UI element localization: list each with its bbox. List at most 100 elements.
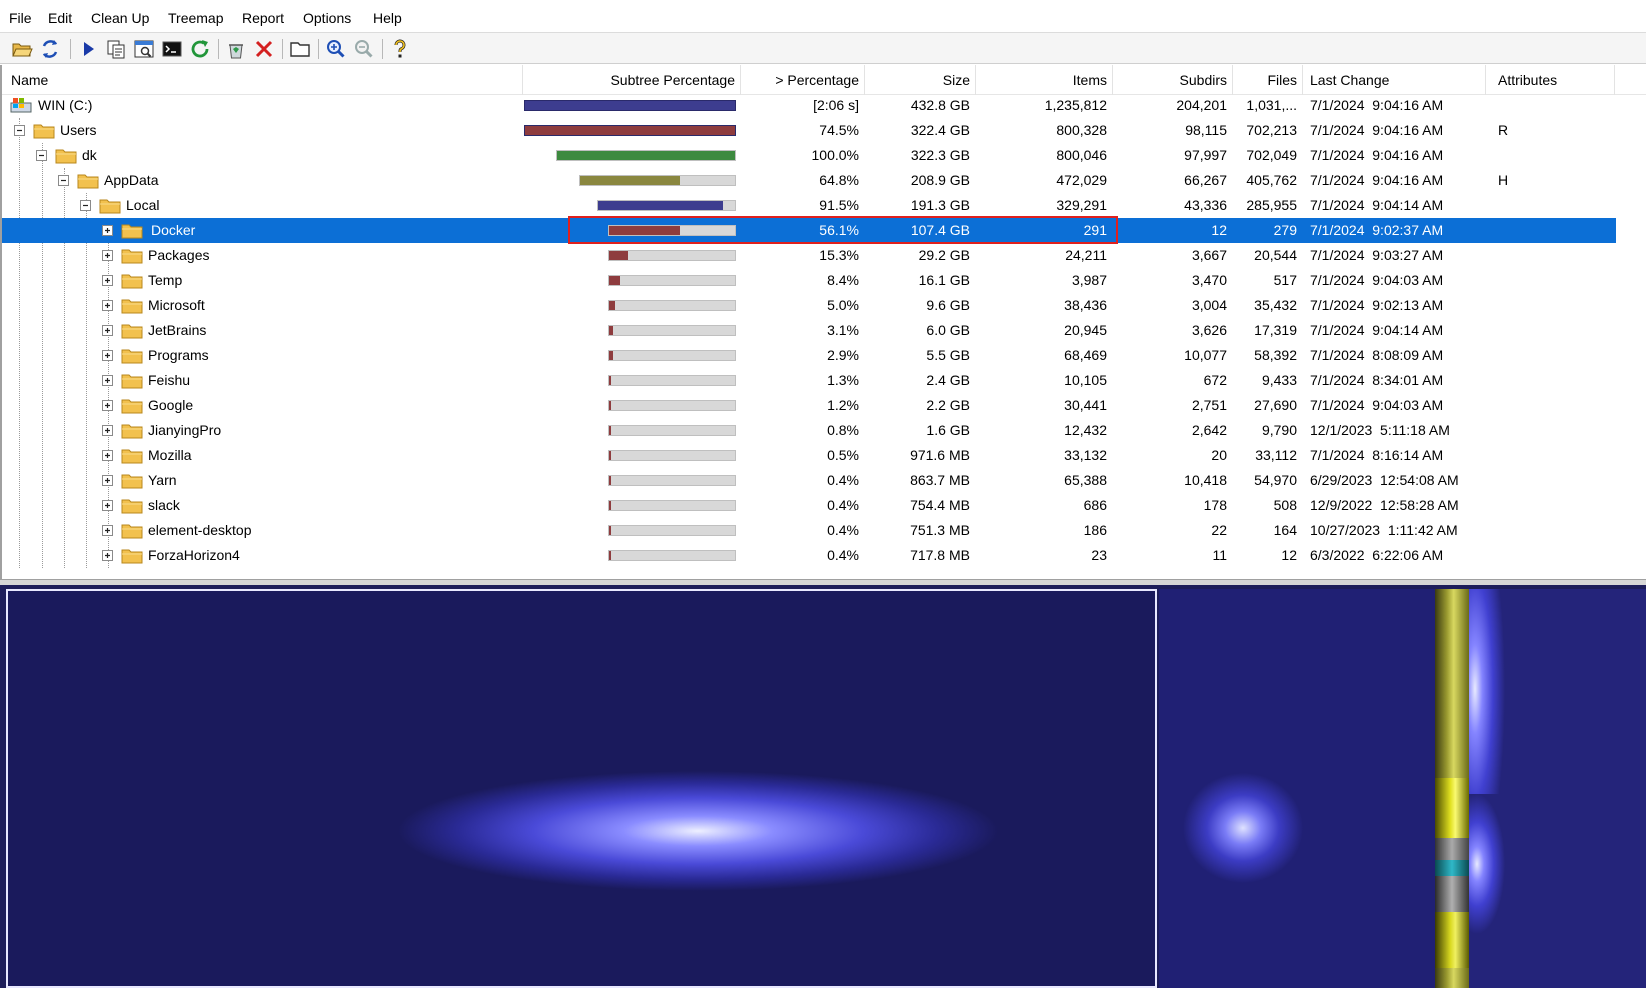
treemap-tile-gray-block-2[interactable]: [1435, 876, 1469, 912]
menu-options[interactable]: Options: [303, 10, 351, 26]
tree-row[interactable]: Microsoft 5.0% 9.6 GB 38,436 3,004 35,432 7/1/…: [2, 293, 1616, 318]
tree-row[interactable]: element-desktop 0.4% 751.3 MB 186 22 164 10/27…: [2, 518, 1616, 543]
expand-icon[interactable]: [102, 425, 113, 436]
tree-row[interactable]: dk 100.0% 322.3 GB 800,046 97,997 702,049 7/1/…: [2, 143, 1616, 168]
treemap-tile-cyan-block[interactable]: [1435, 860, 1469, 876]
header-name[interactable]: Name: [11, 65, 48, 95]
expand-icon[interactable]: [102, 550, 113, 561]
treemap-tile-blue-upper[interactable]: [1469, 589, 1646, 794]
folder-icon: [121, 521, 143, 539]
files-cell: 33,112: [1255, 447, 1297, 463]
size-cell: 29.2 GB: [918, 247, 970, 263]
tree-row[interactable]: Packages 15.3% 29.2 GB 24,211 3,667 20,544 7/1…: [2, 243, 1616, 268]
collapse-icon[interactable]: [80, 200, 91, 211]
subtree-percentage-bar: [608, 475, 736, 486]
explorer-icon[interactable]: [132, 37, 156, 61]
treemap-view[interactable]: [0, 585, 1646, 988]
collapse-icon[interactable]: [36, 150, 47, 161]
row-name: Packages: [148, 247, 210, 263]
expand-icon[interactable]: [102, 275, 113, 286]
refresh-icon[interactable]: [38, 37, 62, 61]
tree-row[interactable]: AppData 64.8% 208.9 GB 472,029 66,267 405,762…: [2, 168, 1616, 193]
menu-edit[interactable]: Edit: [48, 10, 72, 26]
delete-icon[interactable]: [252, 37, 276, 61]
menu-file[interactable]: File: [9, 10, 32, 26]
collapse-icon[interactable]: [14, 125, 25, 136]
header-percentage[interactable]: > Percentage: [742, 65, 859, 95]
expand-icon[interactable]: [102, 250, 113, 261]
header-subtree-percentage[interactable]: Subtree Percentage: [524, 65, 735, 95]
expand-icon[interactable]: [102, 350, 113, 361]
row-name: Local: [126, 197, 160, 213]
subdirs-cell: 20: [1211, 447, 1227, 463]
collapse-icon[interactable]: [58, 175, 69, 186]
subtree-percentage-bar: [608, 500, 736, 511]
subtree-percentage-fill: [557, 151, 735, 160]
expand-icon[interactable]: [102, 500, 113, 511]
header-subdirs[interactable]: Subdirs: [1114, 65, 1227, 95]
folder-icon: [121, 421, 143, 439]
subtree-percentage-bar: [597, 200, 736, 211]
tree-row[interactable]: Mozilla 0.5% 971.6 MB 33,132 20 33,112 7/1/202…: [2, 443, 1616, 468]
tree-row[interactable]: Google 1.2% 2.2 GB 30,441 2,751 27,690 7/1/202…: [2, 393, 1616, 418]
last-change-cell: 7/1/2024 9:04:03 AM: [1310, 272, 1444, 288]
expand-icon[interactable]: [102, 450, 113, 461]
menu-report[interactable]: Report: [242, 10, 284, 26]
tree-row[interactable]: Local 91.5% 191.3 GB 329,291 43,336 285,955 7/…: [2, 193, 1616, 218]
tree-row[interactable]: slack 0.4% 754.4 MB 686 178 508 12/9/2022 12:5…: [2, 493, 1616, 518]
expand-icon[interactable]: [102, 375, 113, 386]
last-change-cell: 12/1/2023 5:11:18 AM: [1310, 422, 1450, 438]
tree-row[interactable]: Yarn 0.4% 863.7 MB 65,388 10,418 54,970 6/29/2…: [2, 468, 1616, 493]
header-files[interactable]: Files: [1234, 65, 1297, 95]
zoom-in-icon[interactable]: [324, 37, 348, 61]
copy-icon[interactable]: [104, 37, 128, 61]
open-folder-icon[interactable]: [10, 37, 34, 61]
directory-tree[interactable]: Name Subtree Percentage > Percentage Siz…: [0, 65, 1646, 579]
menu-help[interactable]: Help: [373, 10, 402, 26]
treemap-tile-blue-lower[interactable]: [1469, 794, 1646, 988]
expand-icon[interactable]: [102, 475, 113, 486]
tree-row[interactable]: JetBrains 3.1% 6.0 GB 20,945 3,626 17,319 7/1/…: [2, 318, 1616, 343]
percentage-cell: 0.4%: [827, 472, 859, 488]
subdirs-cell: 10,077: [1184, 347, 1227, 363]
expand-icon[interactable]: [102, 400, 113, 411]
command-prompt-icon[interactable]: [160, 37, 184, 61]
last-change-cell: 7/1/2024 9:04:16 AM: [1310, 122, 1444, 138]
tree-row[interactable]: Users 74.5% 322.4 GB 800,328 98,115 702,213 7/…: [2, 118, 1616, 143]
treemap-tile-yellow-block-2[interactable]: [1435, 912, 1469, 968]
folder-icon: [33, 121, 55, 139]
expand-icon[interactable]: [102, 325, 113, 336]
subdirs-cell: 672: [1203, 372, 1227, 388]
menu-clean-up[interactable]: Clean Up: [91, 10, 149, 26]
tree-row[interactable]: Temp 8.4% 16.1 GB 3,987 3,470 517 7/1/2024 9:0…: [2, 268, 1616, 293]
treemap-tile-packages[interactable]: [1159, 589, 1435, 988]
items-cell: 800,046: [1056, 147, 1107, 163]
percentage-cell: 91.5%: [819, 197, 859, 213]
tree-row[interactable]: ForzaHorizon4 0.4% 717.8 MB 23 11 12 6/3/2022 …: [2, 543, 1616, 568]
tree-row[interactable]: JianyingPro 0.8% 1.6 GB 12,432 2,642 9,790 12/…: [2, 418, 1616, 443]
tree-row[interactable]: Feishu 1.3% 2.4 GB 10,105 672 9,433 7/1/2024 8…: [2, 368, 1616, 393]
recycle-icon[interactable]: [224, 37, 248, 61]
treemap-tile-docker[interactable]: [6, 589, 1157, 988]
subtree-percentage-bar: [579, 175, 736, 186]
play-icon[interactable]: [76, 37, 100, 61]
zoom-out-icon[interactable]: [352, 37, 376, 61]
expand-icon[interactable]: [102, 300, 113, 311]
header-size[interactable]: Size: [866, 65, 970, 95]
new-folder-icon[interactable]: [288, 37, 312, 61]
header-items[interactable]: Items: [977, 65, 1107, 95]
refresh-all-icon[interactable]: [188, 37, 212, 61]
folder-icon: [121, 246, 143, 264]
row-name: slack: [148, 497, 180, 513]
help-icon[interactable]: [388, 37, 412, 61]
tree-row[interactable]: Programs 2.9% 5.5 GB 68,469 10,077 58,392 7/1/…: [2, 343, 1616, 368]
tree-row[interactable]: WIN (C:) [2:06 s] 432.8 GB 1,235,812 204,201…: [2, 93, 1616, 118]
header-attributes[interactable]: Attributes: [1498, 65, 1557, 95]
expand-icon[interactable]: [102, 525, 113, 536]
treemap-tile-yellow-block-1[interactable]: [1435, 778, 1469, 838]
header-last-change[interactable]: Last Change: [1310, 65, 1389, 95]
treemap-tile-gray-block[interactable]: [1435, 838, 1469, 860]
expand-icon[interactable]: [102, 225, 113, 236]
row-name: dk: [82, 147, 97, 163]
menu-treemap[interactable]: Treemap: [168, 10, 224, 26]
